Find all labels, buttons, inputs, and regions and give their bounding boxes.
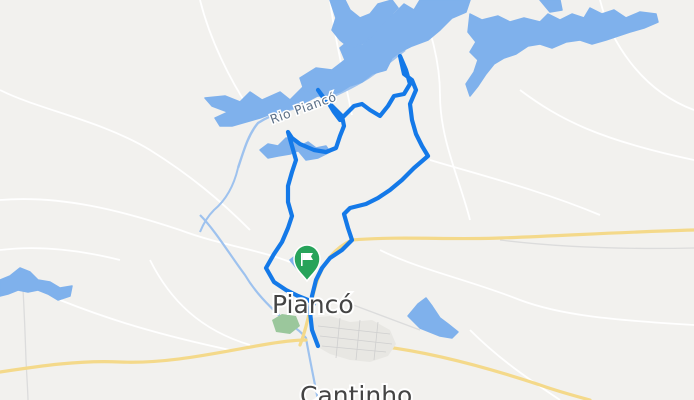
town-label-main: Piancó (272, 290, 354, 319)
map-canvas[interactable]: Rio Piancó Piancó Cantinho (0, 0, 694, 400)
map-svg[interactable]: Rio Piancó Piancó Cantinho (0, 0, 694, 400)
flag-pole (301, 253, 303, 266)
town-label-south: Cantinho (300, 381, 412, 400)
